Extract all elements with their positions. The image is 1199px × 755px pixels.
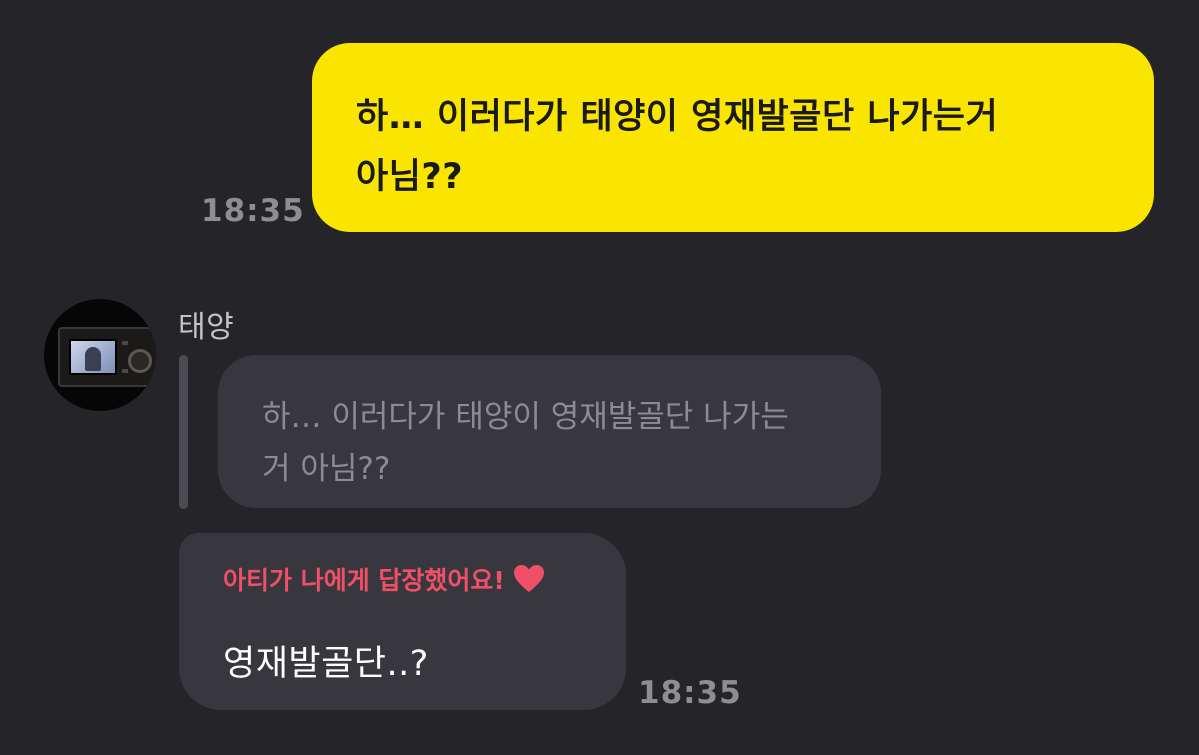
camera-photo-avatar-icon	[58, 327, 156, 387]
outgoing-message-bubble[interactable]: 하… 이러다가 태양이 영재발골단 나가는거 아님??	[312, 43, 1154, 232]
quote-bar	[179, 355, 188, 509]
quoted-message-line-2: 거 아님??	[262, 451, 391, 487]
reply-message-text: 영재발골단..?	[223, 644, 429, 684]
heart-icon	[513, 565, 544, 592]
quoted-message-line-1: 하… 이러다가 태양이 영재발골단 나가는	[262, 399, 789, 435]
outgoing-message-line-2: 아님??	[356, 157, 464, 197]
reply-label-text: 아티가 나에게 답장했어요!	[223, 566, 505, 595]
reply-label: 아티가 나에게 답장했어요!	[223, 561, 606, 597]
outgoing-message-time: 18:35	[201, 193, 305, 229]
reply-message-time: 18:35	[638, 675, 742, 711]
sender-name: 태양	[178, 310, 235, 345]
quoted-message-bubble[interactable]: 하… 이러다가 태양이 영재발골단 나가는 거 아님??	[218, 355, 881, 508]
sender-avatar[interactable]	[44, 299, 156, 411]
reply-message-bubble[interactable]: 아티가 나에게 답장했어요! 영재발골단..?	[179, 533, 626, 710]
outgoing-message-line-1: 하… 이러다가 태양이 영재발골단 나가는거	[356, 97, 999, 137]
